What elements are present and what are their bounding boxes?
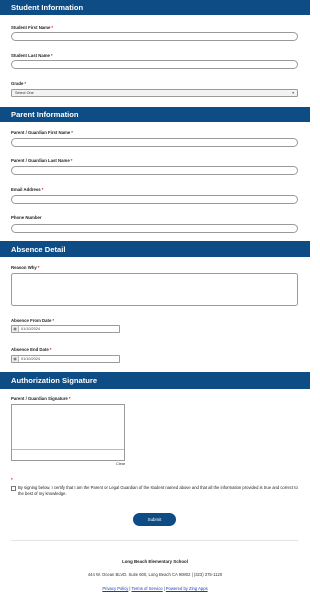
- date-value: 01/10/2024: [21, 326, 41, 331]
- privacy-policy-link[interactable]: Privacy Policy: [102, 586, 128, 591]
- required-mark: *: [71, 130, 73, 135]
- section-title: Parent Information: [11, 110, 79, 119]
- required-mark: *: [70, 158, 73, 163]
- link-separator: |: [163, 586, 165, 591]
- label-text: Parent / Guardian Last Name: [11, 158, 70, 163]
- label-text: Reason Why: [11, 265, 37, 270]
- guardian-last-name-input[interactable]: [11, 166, 298, 175]
- label-text: Student First Name: [11, 25, 51, 30]
- guardian-first-name-input[interactable]: [11, 138, 298, 147]
- date-value: 01/10/2024: [21, 356, 41, 361]
- signature-pad[interactable]: [11, 404, 125, 461]
- required-mark: *: [51, 25, 54, 30]
- email-label: Email Address*: [11, 187, 43, 192]
- section-header-authorization: Authorization Signature: [0, 372, 310, 389]
- student-last-name-input[interactable]: [11, 60, 298, 69]
- required-mark: *: [24, 81, 27, 86]
- required-mark: *: [37, 265, 40, 270]
- footer-address: 444 W. Ocean BLVD. Suite 600, Long Beach…: [87, 572, 223, 577]
- grade-select[interactable]: Select One ▾: [11, 89, 298, 97]
- label-text: Parent / Guardian Signature: [11, 396, 68, 401]
- required-mark: *: [49, 347, 52, 352]
- phone-label: Phone Number: [11, 215, 42, 220]
- guardian-last-name-label: Parent / Guardian Last Name*: [11, 158, 72, 163]
- required-mark: *: [68, 396, 71, 401]
- label-text: Grade: [11, 81, 24, 86]
- certification-checkbox[interactable]: [11, 486, 16, 491]
- absence-from-label: Absence From Date*: [11, 318, 54, 323]
- reason-textarea[interactable]: [11, 273, 298, 306]
- clear-signature-button[interactable]: Clear: [116, 462, 125, 466]
- required-mark: *: [50, 53, 53, 58]
- label-text: Absence End Date: [11, 347, 49, 352]
- guardian-first-name-label: Parent / Guardian First Name*: [11, 130, 73, 135]
- chevron-down-icon: ▾: [292, 91, 294, 95]
- certification-text: By signing below, I certify that I am th…: [18, 485, 298, 496]
- section-header-parent: Parent Information: [0, 107, 310, 122]
- calendar-icon[interactable]: ▦: [12, 356, 19, 362]
- label-text: Absence From Date: [11, 318, 52, 323]
- reason-label: Reason Why*: [11, 265, 39, 270]
- section-title: Absence Detail: [11, 244, 66, 254]
- phone-input[interactable]: [11, 224, 298, 233]
- certification-required-mark: *: [11, 477, 13, 482]
- required-mark: *: [41, 187, 44, 192]
- email-input[interactable]: [11, 195, 298, 204]
- grade-label: Grade*: [11, 81, 26, 86]
- grade-selected-value: Select One: [15, 91, 34, 95]
- terms-of-service-link[interactable]: Terms of Service: [131, 586, 162, 591]
- student-first-name-label: Student First Name*: [11, 25, 53, 30]
- section-title: Student Information: [11, 3, 84, 12]
- signature-label: Parent / Guardian Signature*: [11, 396, 71, 401]
- label-text: Email Address: [11, 187, 41, 192]
- calendar-icon[interactable]: ▦: [12, 326, 19, 332]
- footer-school-name: Long Beach Elementary School: [122, 559, 188, 564]
- absence-from-date-input[interactable]: ▦ 01/10/2024: [11, 325, 120, 333]
- absence-end-label: Absence End Date*: [11, 347, 51, 352]
- student-first-name-input[interactable]: [11, 32, 298, 41]
- footer-divider: [11, 540, 298, 541]
- powered-by-link[interactable]: Powered by Zing Apps: [166, 586, 208, 591]
- label-text: Parent / Guardian First Name: [11, 130, 71, 135]
- signature-baseline: [12, 449, 124, 450]
- section-title: Authorization Signature: [11, 376, 98, 385]
- section-header-student: Student Information: [0, 0, 310, 15]
- label-text: Phone Number: [11, 215, 42, 220]
- label-text: Student Last Name: [11, 53, 50, 58]
- footer-links: Privacy Policy|Terms of Service|Powered …: [0, 586, 310, 591]
- student-last-name-label: Student Last Name*: [11, 53, 53, 58]
- required-mark: *: [52, 318, 55, 323]
- section-header-absence: Absence Detail: [0, 241, 310, 257]
- absence-end-date-input[interactable]: ▦ 01/10/2024: [11, 355, 120, 363]
- submit-button[interactable]: Submit: [133, 513, 176, 526]
